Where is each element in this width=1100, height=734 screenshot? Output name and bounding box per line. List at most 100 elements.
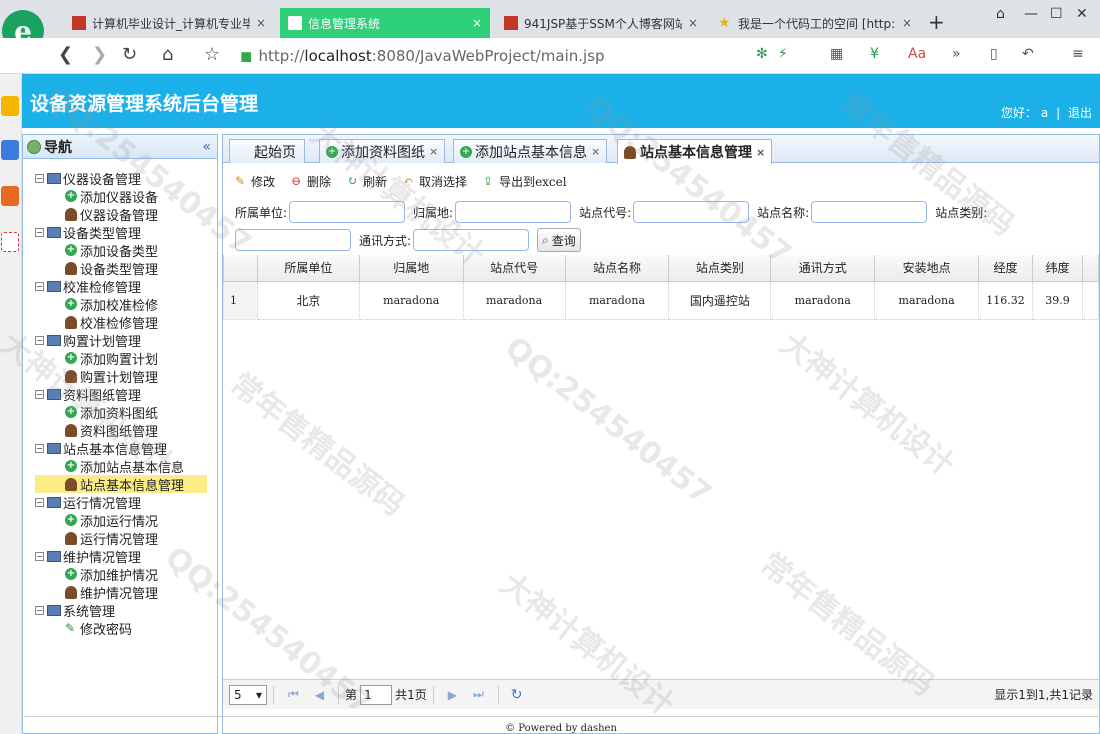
tree-group[interactable]: − 站点基本信息管理 bbox=[23, 439, 217, 458]
column-header[interactable]: 安装地点 bbox=[874, 255, 980, 282]
more-icon[interactable]: » bbox=[952, 46, 961, 62]
edit-button[interactable]: ✎ 修改 bbox=[233, 173, 275, 190]
close-tab-icon[interactable]: × bbox=[756, 146, 765, 159]
export-excel-button[interactable]: ⇪ 导出到excel bbox=[481, 173, 567, 190]
close-window-icon[interactable]: ✕ bbox=[1076, 6, 1088, 22]
sidebar-item[interactable]: 站点基本信息管理 bbox=[35, 475, 207, 494]
sidebar-item[interactable]: 资料图纸管理 bbox=[23, 421, 217, 440]
browser-tab-1[interactable]: 计算机毕业设计_计算机专业毕 × bbox=[64, 8, 274, 38]
collapse-icon[interactable]: « bbox=[202, 139, 211, 155]
collapse-toggle-icon[interactable]: − bbox=[35, 173, 44, 183]
column-header[interactable]: 通讯方式 bbox=[770, 255, 876, 282]
logout-link[interactable]: 退出 bbox=[1068, 106, 1092, 120]
belong-input[interactable] bbox=[455, 201, 572, 223]
lightning-icon[interactable]: ⚡ bbox=[778, 46, 788, 62]
mail-icon[interactable] bbox=[1, 232, 19, 252]
type-input[interactable] bbox=[235, 229, 351, 251]
sidebar-item[interactable]: 校准检修管理 bbox=[23, 313, 217, 332]
home-icon[interactable]: ⌂ bbox=[162, 44, 173, 65]
code-input[interactable] bbox=[633, 201, 750, 223]
collapse-toggle-icon[interactable]: − bbox=[35, 227, 44, 237]
sidebar-item[interactable]: ✎ 修改密码 bbox=[23, 619, 217, 638]
minimize-icon[interactable]: — bbox=[1024, 6, 1038, 22]
column-header[interactable]: 站点名称 bbox=[564, 255, 670, 282]
sidebar-item[interactable]: + 添加资料图纸 bbox=[23, 403, 217, 422]
tab-add-station[interactable]: + 添加站点基本信息 × bbox=[453, 139, 608, 163]
name-input[interactable] bbox=[811, 201, 928, 223]
unselect-button[interactable]: ↶ 取消选择 bbox=[401, 173, 467, 190]
sidebar-item[interactable]: 购置计划管理 bbox=[23, 367, 217, 386]
url-input[interactable]: ◼ http://localhost:8080/JavaWebProject/m… bbox=[240, 44, 800, 68]
table-row[interactable]: 1 北京 maradona maradona maradona 国内遥控站 ma… bbox=[223, 280, 1100, 320]
back-icon[interactable]: ❮ bbox=[58, 44, 73, 65]
sidebar-item[interactable]: 维护情况管理 bbox=[23, 583, 217, 602]
page-number-input[interactable]: 1 bbox=[360, 684, 393, 705]
sidebar-item[interactable]: 运行情况管理 bbox=[23, 529, 217, 548]
unit-input[interactable] bbox=[289, 201, 406, 223]
close-tab-icon[interactable]: × bbox=[429, 145, 438, 158]
collapse-toggle-icon[interactable]: − bbox=[35, 443, 44, 453]
page-size-select[interactable]: 5 ▾ bbox=[229, 684, 267, 705]
first-page-icon[interactable]: ⏮ bbox=[288, 687, 299, 702]
tree-group[interactable]: − 资料图纸管理 bbox=[23, 385, 217, 404]
collapse-toggle-icon[interactable]: − bbox=[35, 497, 44, 507]
comm-input[interactable] bbox=[413, 229, 530, 251]
sidebar-item[interactable]: + 添加运行情况 bbox=[23, 511, 217, 530]
tree-group[interactable]: − 仪器设备管理 bbox=[23, 169, 217, 188]
tree-group[interactable]: − 运行情况管理 bbox=[23, 493, 217, 512]
sidebar-item[interactable]: + 添加设备类型 bbox=[23, 241, 217, 260]
bookmark-star-icon[interactable]: ☆ bbox=[204, 44, 220, 65]
reload-grid-icon[interactable]: ↻ bbox=[511, 687, 523, 703]
column-header[interactable]: 经度 bbox=[978, 255, 1034, 282]
next-page-icon[interactable]: ▶ bbox=[448, 688, 457, 702]
coin-icon[interactable]: ¥ bbox=[870, 46, 879, 62]
translate-icon[interactable]: Aa bbox=[908, 46, 926, 62]
prev-page-icon[interactable]: ◀ bbox=[315, 688, 324, 702]
tree-group[interactable]: − 设备类型管理 bbox=[23, 223, 217, 242]
extension-icon[interactable]: ✻ bbox=[756, 46, 768, 62]
delete-button[interactable]: ⊖ 删除 bbox=[289, 173, 331, 190]
undo-icon[interactable]: ↶ bbox=[1022, 46, 1034, 62]
collapse-toggle-icon[interactable]: − bbox=[35, 605, 44, 615]
tab-station-manage[interactable]: 站点基本信息管理 × bbox=[617, 139, 773, 164]
sidebar-item[interactable]: + 添加仪器设备 bbox=[23, 187, 217, 206]
weibo-icon[interactable] bbox=[1, 186, 19, 206]
sidebar-item[interactable]: + 添加维护情况 bbox=[23, 565, 217, 584]
favorites-icon[interactable] bbox=[1, 96, 19, 116]
tree-group[interactable]: − 系统管理 bbox=[23, 601, 217, 620]
column-header[interactable]: 纬度 bbox=[1032, 255, 1083, 282]
close-tab-icon[interactable]: × bbox=[902, 16, 912, 30]
reload-icon[interactable]: ↻ bbox=[122, 44, 137, 65]
sidebar-item[interactable]: + 添加校准检修 bbox=[23, 295, 217, 314]
maximize-icon[interactable]: ☐ bbox=[1050, 6, 1063, 22]
browser-tab-3[interactable]: 941JSP基于SSM个人博客网站 × bbox=[496, 8, 706, 38]
sidebar-item[interactable]: 仪器设备管理 bbox=[23, 205, 217, 224]
sidebar-item[interactable]: 设备类型管理 bbox=[23, 259, 217, 278]
collapse-toggle-icon[interactable]: − bbox=[35, 335, 44, 345]
collapse-toggle-icon[interactable]: − bbox=[35, 551, 44, 561]
close-tab-icon[interactable]: × bbox=[472, 16, 482, 30]
collapse-toggle-icon[interactable]: − bbox=[35, 389, 44, 399]
tab-add-drawing[interactable]: + 添加资料图纸 × bbox=[319, 139, 446, 163]
last-page-icon[interactable]: ⏭ bbox=[473, 687, 484, 702]
new-tab-button[interactable]: + bbox=[928, 10, 945, 34]
tree-group[interactable]: − 购置计划管理 bbox=[23, 331, 217, 350]
column-header[interactable]: 所属单位 bbox=[256, 255, 360, 282]
menu-icon[interactable]: ≡ bbox=[1072, 46, 1084, 62]
skin-icon[interactable]: ⌂ bbox=[996, 6, 1005, 22]
close-tab-icon[interactable]: × bbox=[688, 16, 698, 30]
phone-icon[interactable]: ▯ bbox=[990, 46, 998, 62]
apps-icon[interactable]: ▦ bbox=[830, 46, 843, 62]
close-tab-icon[interactable]: × bbox=[256, 16, 266, 30]
tree-group[interactable]: − 校准检修管理 bbox=[23, 277, 217, 296]
tree-group[interactable]: − 维护情况管理 bbox=[23, 547, 217, 566]
refresh-button[interactable]: ↻ 刷新 bbox=[345, 173, 387, 190]
sidebar-item[interactable]: + 添加购置计划 bbox=[23, 349, 217, 368]
column-header[interactable]: 站点类别 bbox=[668, 255, 772, 282]
column-header[interactable]: 归属地 bbox=[358, 255, 464, 282]
sidebar-item[interactable]: + 添加站点基本信息 bbox=[23, 457, 217, 476]
close-tab-icon[interactable]: × bbox=[591, 145, 600, 158]
forward-icon[interactable]: ❯ bbox=[92, 44, 107, 65]
tab-home[interactable]: 起始页 bbox=[229, 139, 305, 163]
collapse-toggle-icon[interactable]: − bbox=[35, 281, 44, 291]
